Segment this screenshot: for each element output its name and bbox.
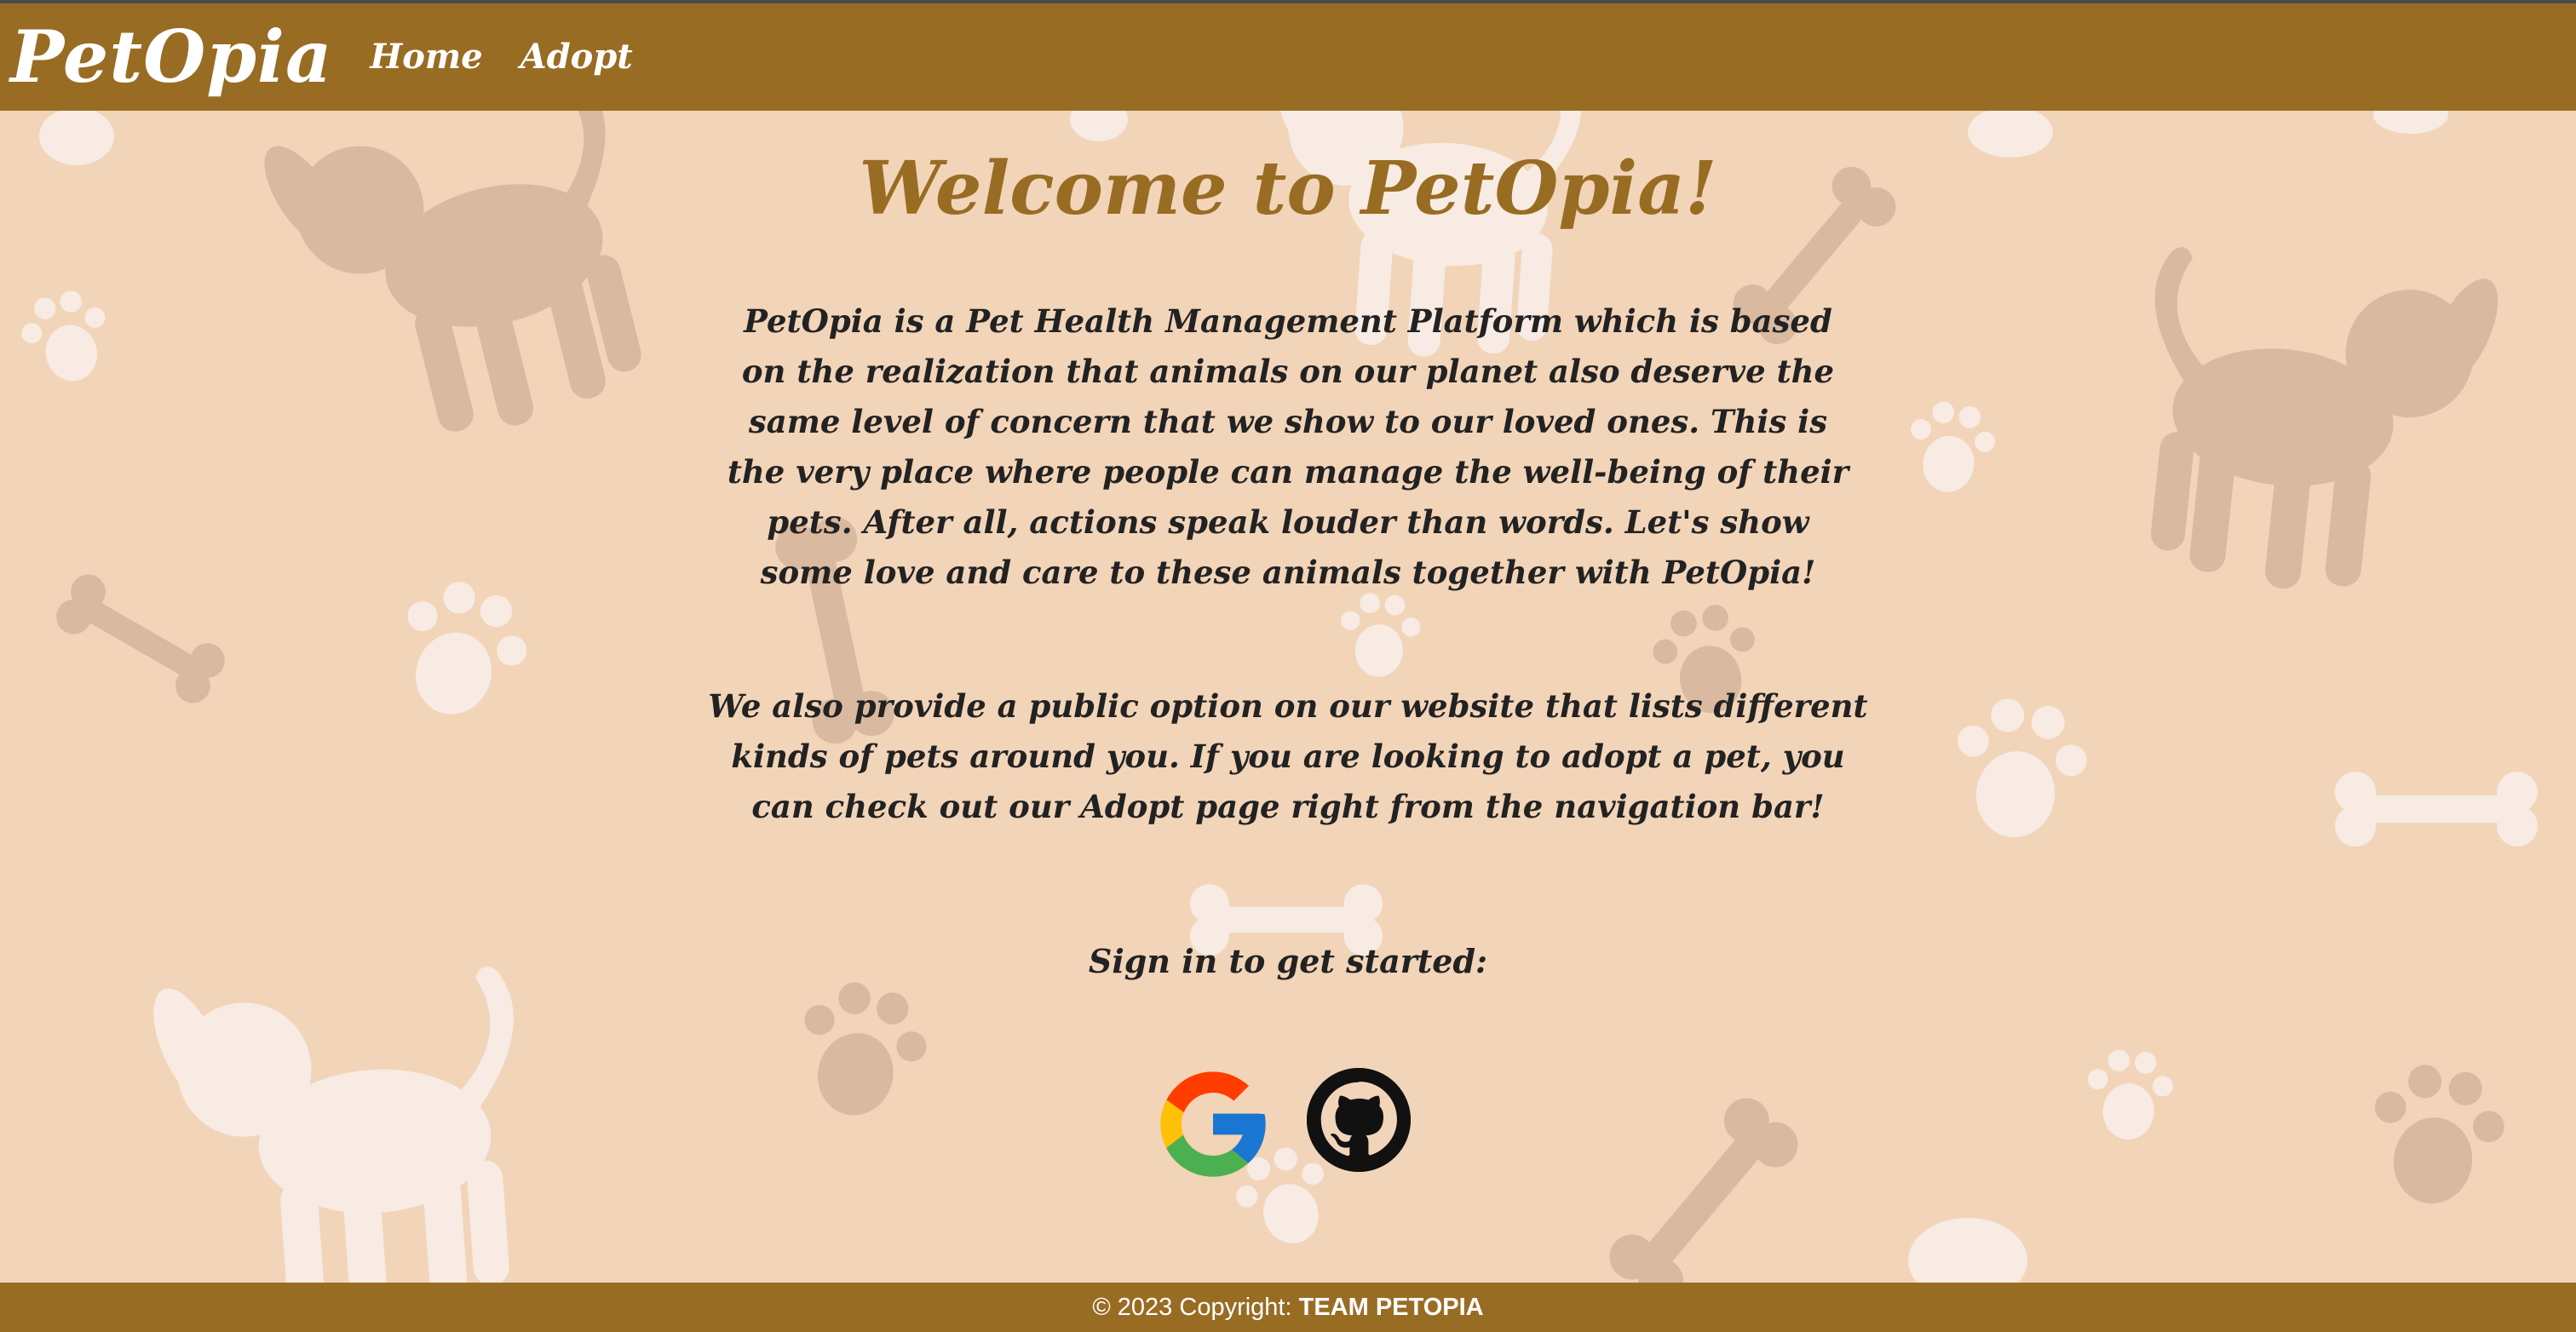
navbar: PetOpia Home Adopt <box>0 3 2576 111</box>
nav-link-adopt[interactable]: Adopt <box>520 40 633 74</box>
main-content: Welcome to PetOpia! PetOpia is a Pet Hea… <box>0 111 2576 1283</box>
nav-link-home[interactable]: Home <box>370 40 482 74</box>
intro-paragraph: PetOpia is a Pet Health Management Platf… <box>727 302 1849 591</box>
github-signin-button[interactable] <box>1307 1068 1411 1172</box>
footer-copyright: © 2023 Copyright: <box>1092 1294 1299 1321</box>
footer: © 2023 Copyright: TEAM PETOPIA <box>0 1283 2576 1332</box>
github-icon <box>1307 1068 1411 1172</box>
footer-team-link[interactable]: TEAM PETOPIA <box>1299 1294 1484 1321</box>
adopt-paragraph: We also provide a public option on our w… <box>708 687 1868 825</box>
google-signin-button[interactable] <box>1150 1061 1276 1187</box>
google-icon <box>1160 1071 1266 1177</box>
page-title: Welcome to PetOpia! <box>859 146 1717 232</box>
brand-logo[interactable]: PetOpia <box>10 21 332 93</box>
signin-prompt: Sign in to get started: <box>1088 942 1488 980</box>
